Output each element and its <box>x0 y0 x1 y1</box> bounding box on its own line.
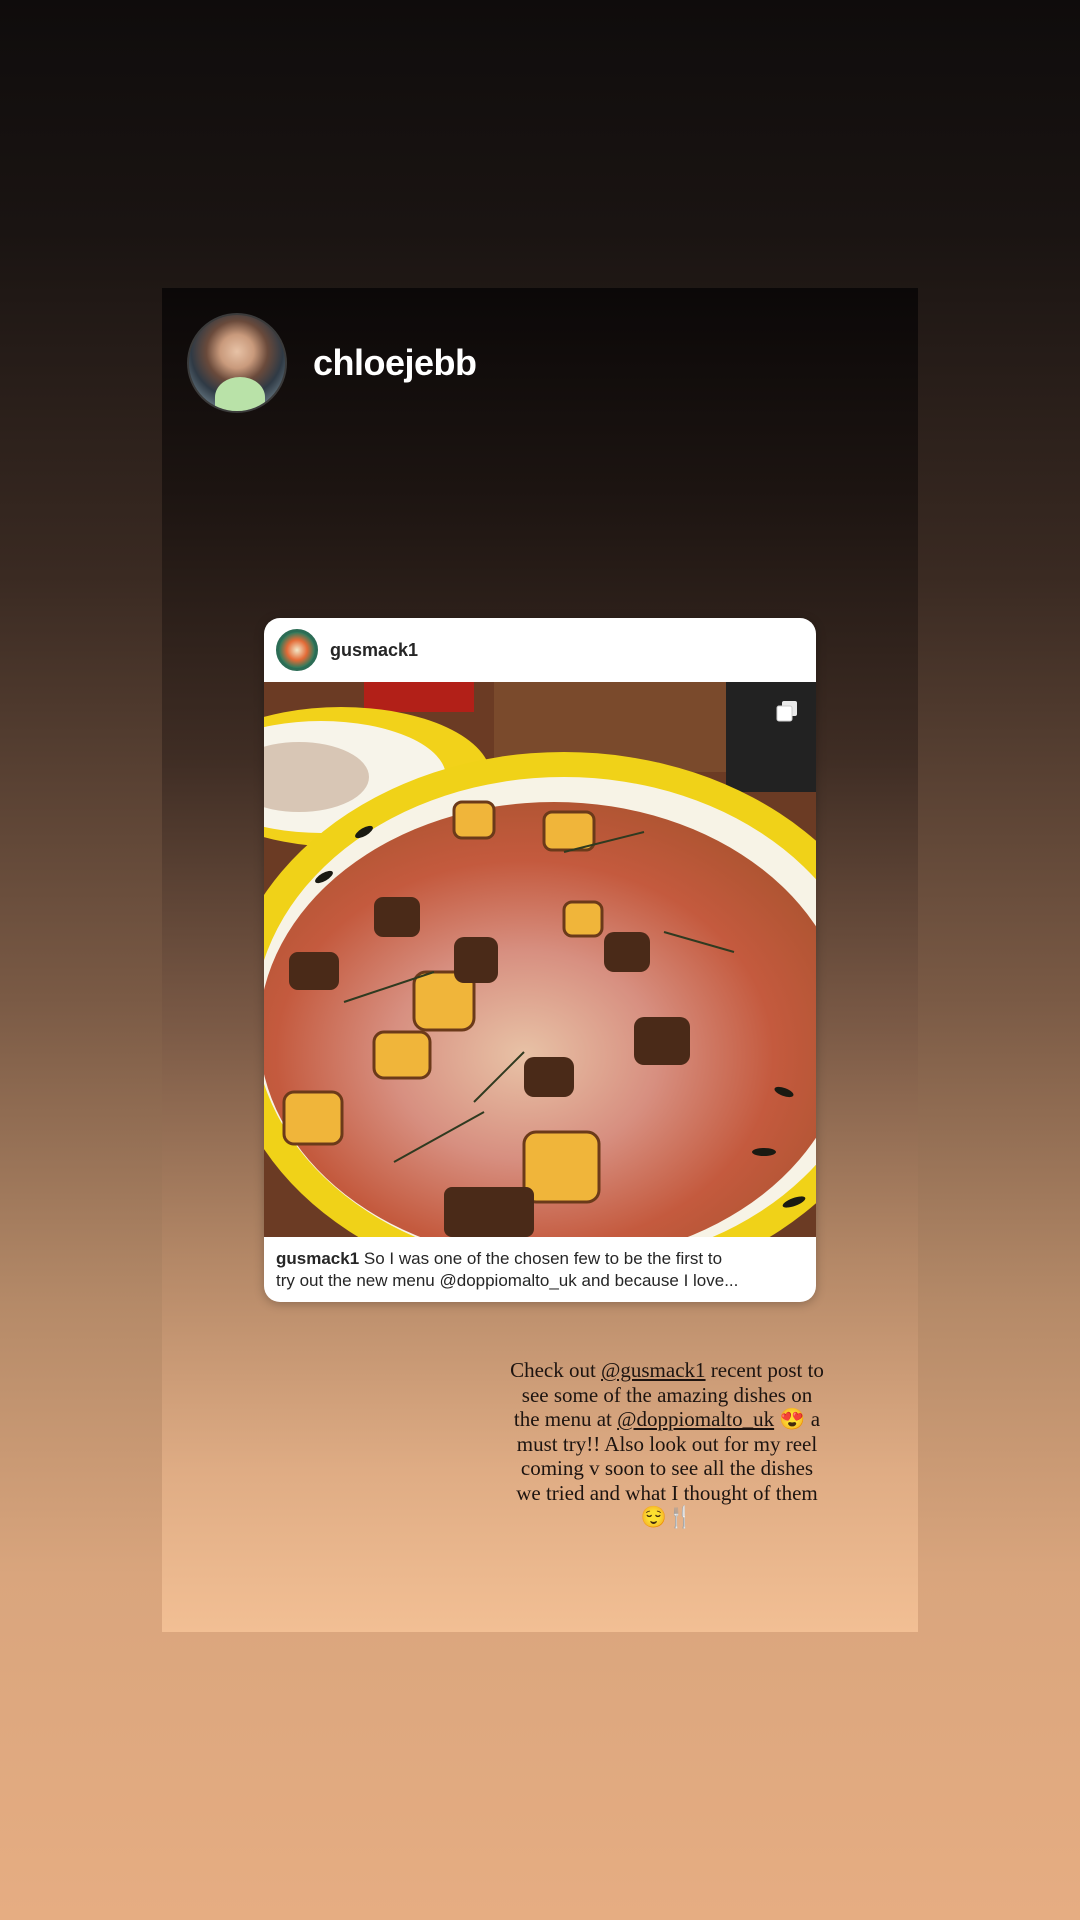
story-header: chloejebb <box>187 313 477 413</box>
story-caption-text: Check out @gusmack1 recent post to see s… <box>507 1358 827 1530</box>
story-frame: chloejebb gusmack1 gusmack1 So I was one… <box>162 288 918 1632</box>
caption-line-2: try out the new menu @doppiomalto_uk and… <box>276 1271 739 1290</box>
shared-post-header: gusmack1 <box>264 618 816 682</box>
mention-doppiomalto[interactable]: @doppiomalto_uk <box>617 1407 774 1431</box>
story-text-part-1: Check out <box>510 1358 602 1382</box>
carousel-icon <box>776 701 797 722</box>
shared-post-avatar <box>276 629 318 671</box>
caption-line-1: So I was one of the chosen few to be the… <box>363 1249 723 1268</box>
avatar[interactable] <box>187 313 287 413</box>
shared-post-photo <box>264 682 816 1237</box>
caption-username: gusmack1 <box>276 1249 360 1268</box>
shared-post-caption: gusmack1 So I was one of the chosen few … <box>276 1248 804 1292</box>
shared-post-card[interactable]: gusmack1 gusmack1 So I was one of the ch… <box>264 618 816 1302</box>
story-username[interactable]: chloejebb <box>313 342 477 384</box>
shared-post-username: gusmack1 <box>330 639 419 660</box>
pizza-photo <box>264 682 816 1237</box>
mention-gusmack1[interactable]: @gusmack1 <box>601 1358 706 1382</box>
